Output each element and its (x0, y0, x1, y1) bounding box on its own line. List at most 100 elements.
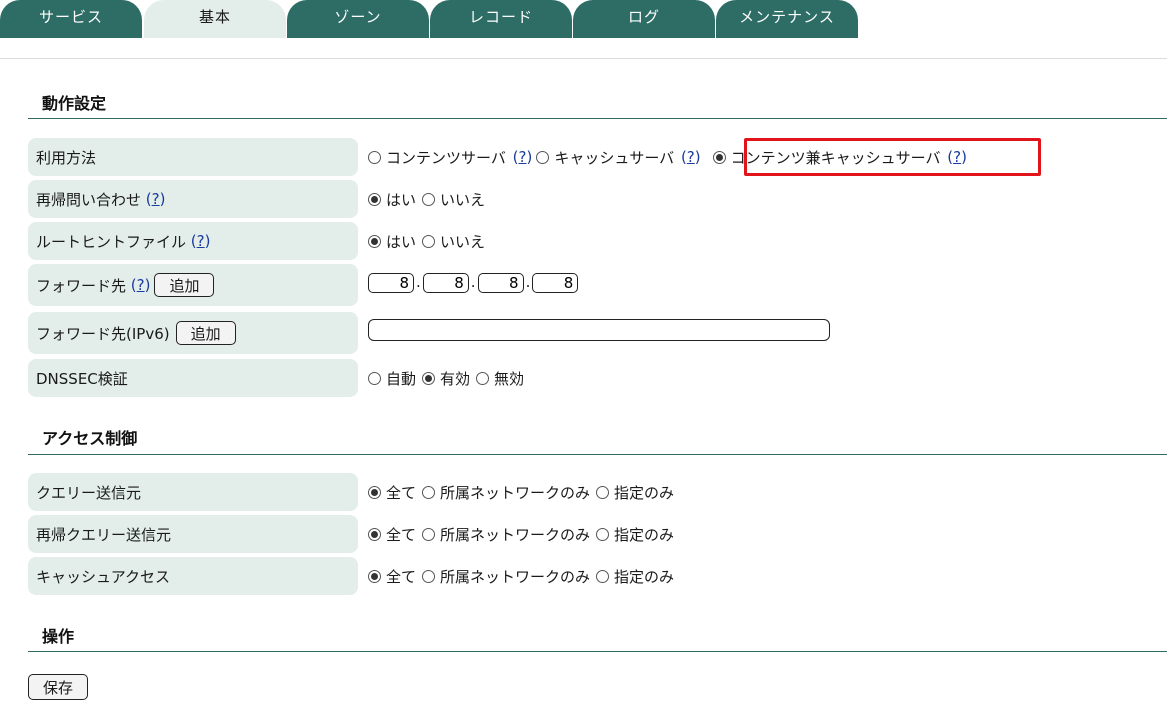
radio-button[interactable] (368, 371, 381, 385)
tab-maintenance[interactable]: メンテナンス (716, 0, 858, 38)
option-label: はい (386, 232, 417, 251)
section-divider (28, 454, 1167, 455)
radio-button[interactable] (422, 569, 436, 583)
option-label: はい (386, 190, 417, 209)
radio-button[interactable] (596, 485, 610, 499)
radio-button[interactable] (596, 569, 610, 583)
help-text[interactable]: ? (152, 190, 160, 208)
save-button[interactable]: 保存 (28, 674, 89, 700)
row-label: DNSSEC検証 (28, 359, 358, 397)
option-label: 指定のみ (614, 483, 675, 502)
radio-button-selected[interactable] (368, 485, 381, 499)
radio-button[interactable] (368, 150, 381, 164)
help-link[interactable]: (?) (676, 148, 701, 166)
option-label: 所属ネットワークのみ (440, 525, 591, 544)
tab-zone[interactable]: ゾーン (287, 0, 429, 38)
row-label: キャッシュアクセス (28, 557, 358, 595)
row-label: 再帰クエリー送信元 (28, 515, 358, 553)
radio-button-selected[interactable] (368, 569, 381, 583)
radio-button[interactable] (422, 527, 436, 541)
radio-specified-only[interactable]: 指定のみ (596, 524, 674, 545)
forward-ipv6-input[interactable] (368, 319, 830, 341)
tab-log[interactable]: ログ (573, 0, 715, 38)
row-value: 全て 所属ネットワークのみ 指定のみ (368, 473, 676, 511)
add-forward-ipv6-button[interactable]: 追加 (175, 321, 236, 345)
radio-specified-only[interactable]: 指定のみ (596, 482, 674, 503)
row-query-source: クエリー送信元 全て 所属ネットワークのみ 指定のみ (28, 473, 1167, 511)
option-label: 指定のみ (614, 525, 675, 544)
help-link[interactable]: (?) (126, 276, 151, 294)
row-label: 再帰問い合わせ (?) (28, 180, 358, 218)
tab-label: メンテナンス (739, 7, 835, 26)
radio-all[interactable]: 全て (368, 524, 416, 545)
tab-record[interactable]: レコード (430, 0, 572, 38)
tab-service[interactable]: サービス (0, 0, 142, 38)
ip-separator: . (470, 273, 476, 291)
add-forward-button[interactable]: 追加 (154, 273, 215, 297)
row-value: 自動 有効 無効 (368, 359, 526, 397)
label-text: DNSSEC検証 (36, 369, 128, 388)
row-value: はい いいえ (368, 180, 487, 218)
radio-own-network[interactable]: 所属ネットワークのみ (422, 566, 590, 587)
help-text[interactable]: ? (518, 148, 526, 166)
ip-octet-1-input[interactable] (368, 273, 414, 293)
radio-own-network[interactable]: 所属ネットワークのみ (422, 482, 590, 503)
ip-octet-2-input[interactable] (422, 273, 469, 293)
radio-own-network[interactable]: 所属ネットワークのみ (422, 524, 590, 545)
help-text[interactable]: ? (687, 148, 695, 166)
row-forward: フォワード先 (?) 追加 . . . (28, 264, 1167, 306)
radio-all[interactable]: 全て (368, 482, 416, 503)
row-value: はい いいえ (368, 222, 487, 260)
label-text: 再帰クエリー送信元 (36, 525, 172, 544)
ip-octet-4-input[interactable] (532, 273, 579, 293)
help-link[interactable]: (?) (508, 148, 533, 166)
radio-button[interactable] (422, 192, 436, 206)
radio-button-selected[interactable] (712, 150, 726, 164)
row-value: 全て 所属ネットワークのみ 指定のみ (368, 515, 676, 553)
radio-enabled[interactable]: 有効 (422, 368, 470, 389)
tab-label: サービス (38, 7, 103, 26)
section-title-operations: 操作 (42, 627, 75, 646)
row-value: 全て 所属ネットワークのみ 指定のみ (368, 557, 676, 595)
option-label: 所属ネットワークのみ (440, 567, 591, 586)
radio-disabled[interactable]: 無効 (476, 368, 524, 389)
help-text[interactable]: ? (137, 276, 145, 294)
help-link[interactable]: (?) (141, 190, 166, 208)
ip-octet-3-input[interactable] (477, 273, 524, 293)
tab-label: ログ (627, 7, 660, 26)
row-label: ルートヒントファイル (?) (28, 222, 358, 260)
radio-button[interactable] (536, 150, 550, 164)
tab-label: レコード (468, 7, 533, 26)
option-label: 有効 (440, 369, 471, 388)
option-label: 無効 (494, 369, 525, 388)
radio-button[interactable] (596, 527, 610, 541)
label-text: キャッシュアクセス (36, 567, 170, 586)
radio-cache-server[interactable]: キャッシュサーバ (536, 147, 674, 168)
radio-button[interactable] (422, 485, 436, 499)
radio-yes[interactable]: はい (368, 189, 416, 210)
radio-yes[interactable]: はい (368, 231, 416, 252)
radio-button-selected[interactable] (368, 527, 381, 541)
radio-no[interactable]: いいえ (422, 231, 485, 252)
help-link[interactable]: (?) (186, 232, 211, 250)
radio-all[interactable]: 全て (368, 566, 416, 587)
row-recursive-query: 再帰問い合わせ (?) はい いいえ (28, 180, 1167, 218)
radio-button[interactable] (476, 371, 490, 385)
radio-auto[interactable]: 自動 (368, 368, 416, 389)
radio-specified-only[interactable]: 指定のみ (596, 566, 674, 587)
radio-button-selected[interactable] (368, 234, 381, 248)
row-forward-ipv6: フォワード先(IPv6) 追加 (28, 312, 1167, 354)
radio-button[interactable] (422, 234, 436, 248)
radio-button-selected[interactable] (422, 371, 436, 385)
row-label: 利用方法 (28, 138, 358, 176)
radio-button-selected[interactable] (368, 192, 381, 206)
radio-no[interactable]: いいえ (422, 189, 485, 210)
label-text: クエリー送信元 (36, 483, 142, 502)
radio-content-server[interactable]: コンテンツサーバ (368, 147, 506, 168)
option-label: いいえ (440, 190, 486, 209)
label-text: ルートヒントファイル (36, 232, 187, 251)
option-label: 全て (386, 567, 417, 586)
tab-label: ゾーン (334, 7, 382, 26)
tab-basic[interactable]: 基本 (144, 0, 286, 38)
help-text[interactable]: ? (197, 232, 205, 250)
